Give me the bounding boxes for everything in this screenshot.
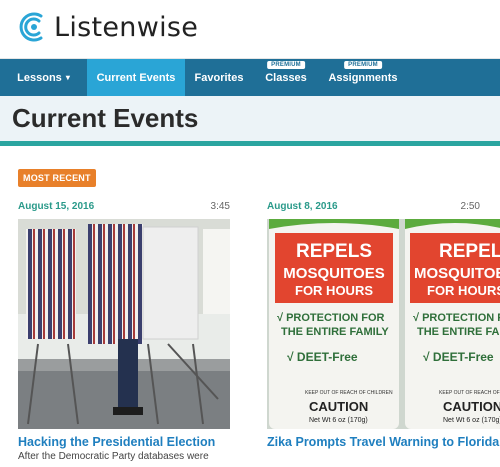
- svg-text:√ DEET-Free: √ DEET-Free: [423, 350, 494, 364]
- brand-name: Listenwise: [54, 11, 199, 43]
- voting-booth-illustration: [18, 219, 230, 429]
- card-meta: August 8, 2016 2:50: [267, 201, 500, 215]
- premium-tag: PREMIUM: [267, 61, 305, 69]
- nav-label: Favorites: [194, 71, 244, 84]
- svg-text:THE ENTIRE FAMILY: THE ENTIRE FAMILY: [281, 326, 389, 338]
- page-title-band: Current Events: [0, 96, 500, 146]
- page-title: Current Events: [12, 103, 199, 133]
- svg-text:CAUTION: CAUTION: [309, 399, 368, 414]
- svg-text:CAUTION: CAUTION: [443, 399, 500, 414]
- nav-label: Lessons: [17, 71, 62, 84]
- card-title-link[interactable]: Hacking the Presidential Election: [18, 435, 230, 449]
- card-meta: August 15, 2016 3:45: [18, 201, 230, 215]
- svg-text:KEEP OUT OF REACH OF CHILDREN: KEEP OUT OF REACH OF CHILDREN: [305, 390, 393, 396]
- episode-card[interactable]: August 15, 2016 3:45 Hacking the Preside…: [18, 201, 230, 462]
- svg-text:MOSQUITOES: MOSQUITOES: [283, 265, 384, 282]
- svg-text:√ DEET-Free: √ DEET-Free: [287, 350, 358, 364]
- premium-tag: PREMIUM: [344, 61, 382, 69]
- svg-text:REPELS: REPELS: [296, 241, 372, 262]
- card-date: August 8, 2016: [267, 201, 338, 212]
- most-recent-badge[interactable]: MOST RECENT: [18, 169, 96, 187]
- card-duration: 3:45: [210, 201, 230, 212]
- svg-text:MOSQUITOES: MOSQUITOES: [414, 265, 500, 282]
- nav-label: Classes: [265, 71, 307, 84]
- svg-text:FOR HOURS: FOR HOURS: [295, 283, 373, 298]
- svg-text:Net Wt 6 oz (170g): Net Wt 6 oz (170g): [443, 417, 500, 424]
- repellent-cans-illustration: REPELS MOSQUITOES FOR HOURS √ PROTECTION…: [267, 219, 500, 429]
- svg-text:√ PROTECTION FOR: √ PROTECTION FOR: [277, 312, 385, 324]
- mosquito-repellent-image[interactable]: REPELS MOSQUITOES FOR HOURS √ PROTECTION…: [267, 219, 500, 429]
- nav-label: Current Events: [96, 71, 176, 84]
- svg-text:√ PROTECTION FOR: √ PROTECTION FOR: [413, 312, 500, 324]
- card-date: August 15, 2016: [18, 201, 95, 212]
- svg-text:REPELS: REPELS: [439, 241, 500, 262]
- listenwise-logo-icon: [19, 12, 43, 42]
- nav-label: Assignments: [328, 71, 398, 84]
- voting-booth-image[interactable]: [18, 219, 230, 429]
- svg-text:THE ENTIRE FAMILY: THE ENTIRE FAMILY: [417, 326, 500, 338]
- nav-item-classes[interactable]: PREMIUM Classes: [253, 59, 319, 96]
- card-title-link[interactable]: Zika Prompts Travel Warning to Florida: [267, 435, 500, 449]
- site-header: Listenwise: [0, 0, 500, 59]
- svg-text:KEEP OUT OF REACH OF CHILDREN: KEEP OUT OF REACH OF CHILDREN: [439, 390, 500, 396]
- episode-card[interactable]: August 8, 2016 2:50 REPELS MOSQUITOES FO…: [267, 201, 500, 449]
- main-nav: Lessons ▾ Current Events Favorites PREMI…: [0, 59, 500, 96]
- logo[interactable]: Listenwise: [19, 12, 198, 42]
- card-excerpt: After the Democratic Party databases wer…: [18, 451, 209, 462]
- nav-item-assignments[interactable]: PREMIUM Assignments: [319, 59, 407, 96]
- nav-item-favorites[interactable]: Favorites: [185, 59, 253, 96]
- nav-item-lessons[interactable]: Lessons ▾: [0, 59, 87, 96]
- svg-text:FOR HOURS: FOR HOURS: [427, 283, 500, 298]
- card-duration: 2:50: [460, 201, 480, 212]
- content-area: MOST RECENT August 15, 2016 3:45 Hacking…: [0, 146, 500, 462]
- chevron-down-icon: ▾: [65, 73, 70, 82]
- nav-item-current-events[interactable]: Current Events: [87, 59, 185, 96]
- svg-text:Net Wt 6 oz (170g): Net Wt 6 oz (170g): [309, 417, 368, 424]
